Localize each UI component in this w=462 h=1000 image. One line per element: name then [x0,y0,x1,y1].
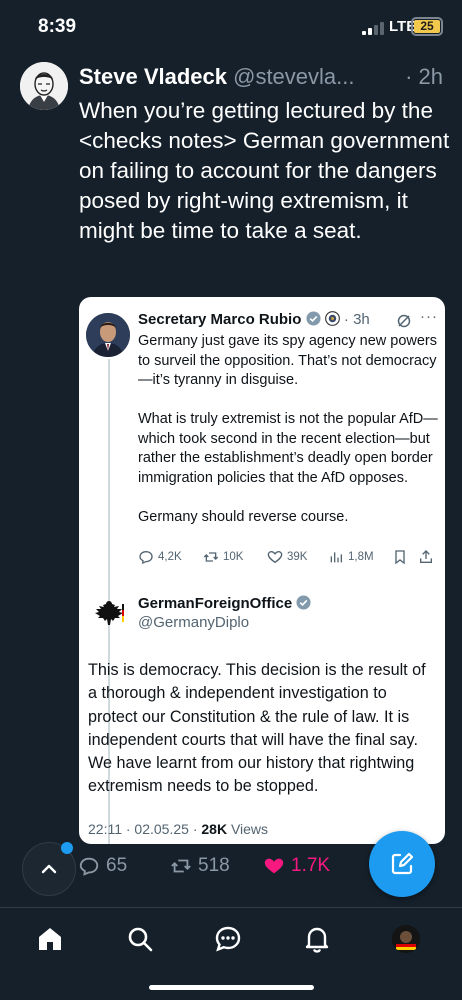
compose-icon [391,852,414,875]
status-time: 8:39 [38,16,77,37]
nav-home[interactable] [33,922,67,956]
german-eagle-icon [91,595,127,631]
author-avatar[interactable] [20,62,68,110]
rubio-replies: 4,2K [138,549,182,565]
gfo-meta: 22:11 · 02.05.25 · 28K Views [88,821,268,837]
rubio-replies-count: 4,2K [158,551,182,563]
compose-button[interactable] [369,831,435,897]
home-icon [39,928,61,950]
rubio-avatar [86,313,130,357]
chevron-up-icon [41,864,57,874]
rubio-retweets-count: 10K [223,551,244,563]
rubio-time: · 3h [343,311,370,328]
rubio-views: 1,8M [328,549,374,565]
share-icon [420,550,432,563]
rubio-paragraph: What is truly extremist is not the popul… [138,411,438,486]
reply-count: 65 [106,855,128,876]
nav-grok[interactable] [211,922,245,956]
gfo-timestamp: 22:11 · 02.05.25 · [88,821,202,837]
rubio-retweets: 10K [203,549,243,565]
rubio-paragraph: Germany just gave its spy agency new pow… [138,333,437,388]
retweet-icon [203,552,219,562]
gfo-text: This is democracy. This decision is the … [88,661,426,796]
chat-bubble-icon [215,926,241,952]
new-posts-dot [61,842,73,854]
rubio-paragraph: Germany should reverse course. [138,508,349,525]
gfo-views-count: 28K [201,821,228,837]
battery-level: 25 [414,20,440,33]
views-icon [330,552,342,563]
rubio-likes: 39K [267,549,307,565]
retweet-button[interactable]: 518 [170,855,230,877]
embedded-screenshot[interactable]: Secretary Marco Rubio · 3h ··· Germany j… [79,297,445,844]
rubio-views-count: 1,8M [348,551,374,563]
gfo-handle: @GermanyDiplo [138,614,250,631]
tweet-time: · 2h [399,64,443,90]
gfo-header: GermanForeignOffice [138,595,311,612]
seal-icon [324,311,340,326]
reply-icon [79,857,99,876]
bookmark-icon [395,550,405,565]
verified-gray-icon [296,595,311,610]
grok-icon [397,314,411,328]
verified-gray-icon [306,311,321,326]
rubio-name: Secretary Marco Rubio [138,311,302,328]
rubio-likes-count: 39K [287,551,308,563]
heart-icon [267,550,283,564]
rubio-header: Secretary Marco Rubio · 3h ··· [138,308,438,328]
retweet-count: 518 [198,855,230,876]
nav-notifications[interactable] [300,922,334,956]
search-icon [128,927,153,952]
nav-profile-avatar[interactable] [392,925,420,953]
reply-button[interactable]: 65 [78,855,127,877]
rubio-actions: 4,2K 10K 39K 1,8M [138,549,438,569]
home-indicator [149,985,314,990]
tweet-text: When you’re getting lectured by the <che… [79,98,450,243]
author-handle[interactable]: @stevevla... [233,64,354,89]
gfo-name: GermanForeignOffice [138,595,293,612]
like-count: 1.7K [291,855,331,876]
nav-search[interactable] [123,922,157,956]
retweet-icon [171,859,191,873]
more-icon: ··· [420,308,438,325]
heart-filled-icon [264,858,284,874]
rubio-text: Germany just gave its spy agency new pow… [138,332,438,547]
battery-icon: 25 [411,17,443,36]
author-name[interactable]: Steve Vladeck [79,64,227,89]
reply-icon [139,550,153,565]
status-bar: 8:39 LTE 25 [0,0,462,56]
gfo-views-label: Views [227,821,269,837]
tweet-header: Steve Vladeck @stevevla... · 2h [79,64,451,92]
signal-icon [362,21,384,35]
like-button[interactable]: 1.7K [263,855,330,877]
bell-icon [305,927,329,953]
